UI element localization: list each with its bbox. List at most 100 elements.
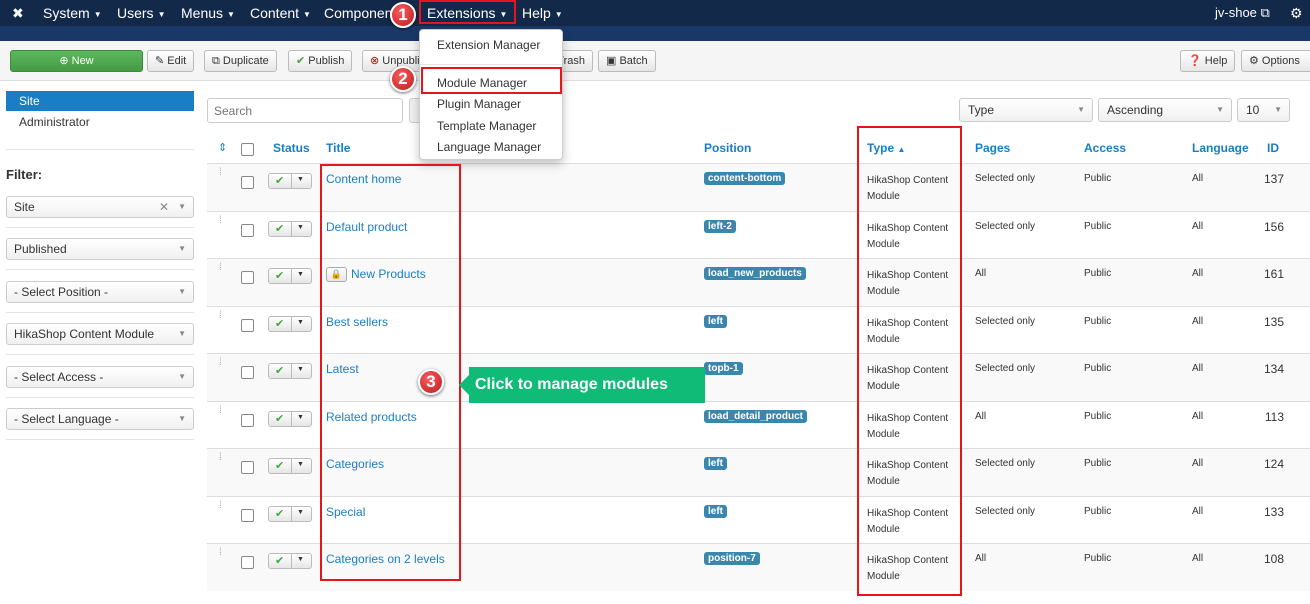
status-toggle[interactable]: ✔ ▼ (268, 173, 312, 189)
chevron-down-icon[interactable]: ▼ (297, 176, 304, 183)
filter-position[interactable]: - Select Position - ▼ (6, 281, 194, 303)
sort-direction-select[interactable]: Ascending ▼ (1098, 98, 1232, 122)
id-cell: 156 (1263, 219, 1284, 234)
language-cell: All (1192, 315, 1204, 327)
divider (6, 439, 194, 440)
filter-state[interactable]: Published ▼ (6, 238, 194, 260)
page-header (0, 26, 1310, 41)
options-button[interactable]: ⚙ Options (1241, 50, 1310, 72)
header-language[interactable]: Language (1192, 141, 1249, 155)
menu-components[interactable]: Components (324, 5, 394, 21)
header-pages[interactable]: Pages (975, 141, 1010, 155)
status-toggle[interactable]: ✔ ▼ (268, 505, 312, 522)
header-access[interactable]: Access (1084, 141, 1126, 155)
header-status[interactable]: Status (273, 141, 310, 155)
menu-item-plugin-manager[interactable]: Plugin Manager (437, 97, 521, 111)
filter-language[interactable]: - Select Language - ▼ (6, 408, 194, 430)
publish-button[interactable]: ✔ Publish (288, 50, 353, 72)
filter-client[interactable]: Site ✕ ▼ (6, 196, 194, 218)
search-input[interactable] (207, 98, 403, 123)
status-toggle[interactable]: ✔ ▼ (268, 220, 312, 237)
gear-icon[interactable]: ⚙ (1290, 5, 1303, 22)
row-checkbox[interactable] (241, 366, 254, 379)
drag-handle-icon[interactable]: ⁞ (219, 500, 222, 510)
menu-users[interactable]: Users ▼ (117, 5, 165, 21)
menu-item-template-manager[interactable]: Template Manager (437, 119, 536, 133)
row-checkbox[interactable] (241, 176, 254, 189)
joomla-logo-icon[interactable]: ✖ (12, 5, 24, 22)
id-cell: 108 (1263, 552, 1284, 566)
drag-handle-icon[interactable]: ⁞ (219, 453, 222, 463)
duplicate-button[interactable]: ⧉ Duplicate (204, 50, 277, 72)
chevron-down-icon[interactable]: ▼ (297, 461, 304, 468)
pages-cell: Selected only (975, 363, 1036, 374)
access-cell: Public (1084, 458, 1112, 469)
menu-content[interactable]: Content ▼ (250, 5, 311, 21)
status-toggle[interactable]: ✔ ▼ (268, 458, 312, 474)
chevron-down-icon[interactable]: ▼ (297, 556, 304, 563)
menu-item-extension-manager[interactable]: Extension Manager (437, 38, 540, 52)
status-toggle[interactable]: ✔ ▼ (268, 315, 312, 332)
row-checkbox[interactable] (241, 223, 254, 237)
access-cell: Public (1084, 553, 1112, 564)
header-id[interactable]: ID (1267, 141, 1279, 155)
status-toggle[interactable]: ✔ ▼ (268, 363, 312, 379)
language-cell: All (1192, 220, 1204, 232)
chevron-down-icon[interactable]: ▼ (297, 271, 304, 278)
chevron-down-icon[interactable]: ▼ (297, 509, 304, 516)
highlight-module-manager (421, 67, 562, 94)
status-toggle[interactable]: ✔ ▼ (268, 268, 312, 284)
sidebar-item-site[interactable]: Site (6, 91, 194, 111)
chevron-down-icon[interactable]: ▼ (297, 366, 304, 373)
user-site-link[interactable]: jv-shoe ⧉ (1215, 5, 1270, 21)
header-title[interactable]: Title (326, 141, 350, 155)
step-badge-1: 1 (390, 2, 416, 28)
filter-access[interactable]: - Select Access - ▼ (6, 366, 194, 388)
published-check-icon: ✔ (275, 222, 285, 235)
divider (6, 397, 194, 398)
unpublish-button[interactable]: ⊗ Unpublish (362, 50, 422, 72)
menu-system[interactable]: System ▼ (43, 5, 102, 21)
status-toggle[interactable]: ✔ ▼ (268, 410, 312, 427)
row-checkbox[interactable] (241, 318, 254, 332)
menu-menus[interactable]: Menus ▼ (181, 5, 235, 21)
filter-module-type[interactable]: HikaShop Content Module ▼ (6, 323, 194, 345)
drag-handle-icon[interactable]: ⁞ (219, 215, 222, 225)
row-checkbox[interactable] (241, 461, 254, 474)
chevron-down-icon[interactable]: ▼ (297, 224, 304, 231)
edit-button[interactable]: ✎ Edit (147, 50, 195, 72)
published-check-icon: ✔ (275, 365, 285, 377)
help-button[interactable]: ❓ Help (1180, 50, 1236, 72)
published-check-icon: ✔ (275, 507, 285, 520)
drag-handle-icon[interactable]: ⁞ (219, 168, 222, 178)
drag-handle-icon[interactable]: ⁞ (219, 358, 222, 368)
new-button[interactable]: ⊕ New (10, 50, 143, 72)
highlight-type-column (857, 126, 962, 596)
sidebar-item-administrator[interactable]: Administrator (6, 112, 194, 132)
drag-handle-icon[interactable]: ⁞ (219, 310, 222, 320)
status-toggle[interactable]: ✔ ▼ (268, 553, 312, 569)
header-position[interactable]: Position (704, 141, 751, 155)
id-cell: 135 (1263, 314, 1284, 329)
access-cell: Public (1084, 220, 1112, 232)
row-checkbox[interactable] (241, 271, 254, 284)
row-checkbox[interactable] (241, 508, 254, 522)
pages-cell: Selected only (975, 220, 1036, 232)
row-checkbox[interactable] (241, 413, 254, 427)
drag-handle-icon[interactable]: ⁞ (219, 405, 222, 415)
drag-handle-icon[interactable]: ⁞ (219, 263, 222, 273)
pages-cell: Selected only (975, 173, 1036, 184)
batch-button[interactable]: ▣ Batch (598, 50, 656, 72)
sort-field-select[interactable]: Type ▼ (959, 98, 1093, 122)
drag-handle-icon[interactable]: ⁞ (219, 548, 222, 558)
chevron-down-icon[interactable]: ▼ (297, 319, 304, 326)
ordering-icon[interactable]: ⇕ (218, 141, 227, 154)
row-checkbox[interactable] (241, 556, 254, 569)
divider (6, 354, 194, 355)
menu-help[interactable]: Help ▼ (522, 5, 563, 21)
menu-item-language-manager[interactable]: Language Manager (437, 140, 541, 154)
list-limit-select[interactable]: 10 ▼ (1237, 98, 1290, 122)
chevron-down-icon[interactable]: ▼ (297, 414, 304, 421)
published-check-icon: ✔ (275, 317, 285, 330)
select-all-checkbox[interactable] (241, 143, 254, 156)
